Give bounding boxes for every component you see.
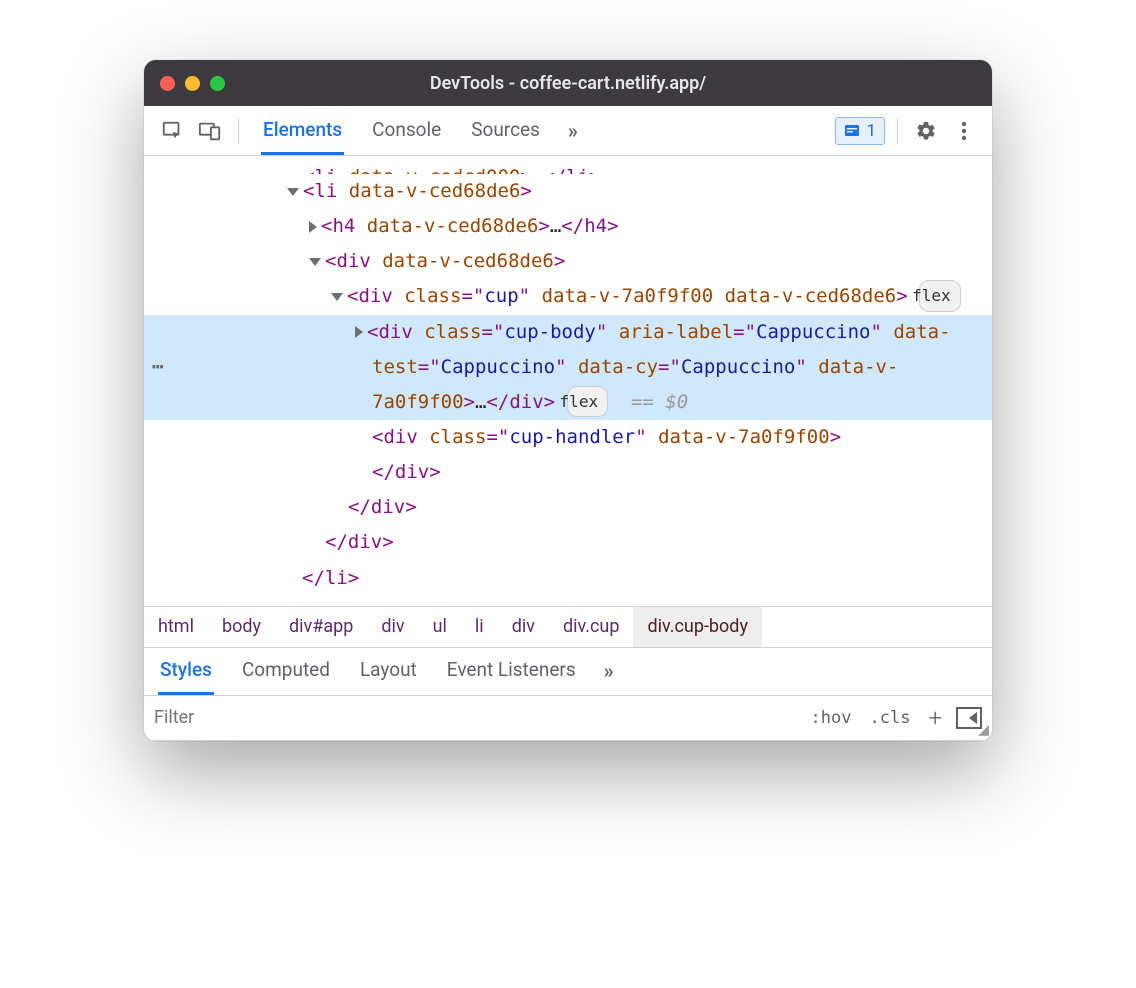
tab-sources[interactable]: Sources (469, 107, 542, 155)
panel-tabs: Elements Console Sources (261, 107, 542, 155)
dom-row-cutoff[interactable]: <li data-v-cedcd000>…</li> (144, 160, 992, 174)
flex-badge[interactable]: flex (919, 280, 961, 312)
more-tabs-icon[interactable]: » (568, 119, 578, 143)
crumb-cup-body[interactable]: div.cup-body (633, 607, 762, 647)
new-style-rule-icon[interactable]: + (924, 704, 946, 732)
crumb-div[interactable]: div (367, 607, 418, 647)
tab-layout[interactable]: Layout (358, 648, 419, 695)
issues-badge[interactable]: 1 (835, 117, 885, 145)
tab-console[interactable]: Console (370, 107, 443, 155)
device-toolbar-icon[interactable] (194, 115, 226, 147)
chevron-right-icon[interactable] (309, 221, 317, 233)
crumb-app[interactable]: div#app (275, 607, 367, 647)
dom-row-close-div[interactable]: </div> (144, 525, 992, 560)
dom-tree[interactable]: <li data-v-cedcd000>…</li> <li data-v-ce… (144, 156, 992, 606)
titlebar: DevTools - coffee-cart.netlify.app/ (144, 60, 992, 106)
filter-input[interactable] (154, 707, 797, 728)
tab-computed[interactable]: Computed (240, 648, 332, 695)
crumb-ul[interactable]: ul (419, 607, 461, 647)
dom-row-close-li[interactable]: </li> (144, 561, 992, 596)
breadcrumb: html body div#app div ul li div div.cup … (144, 606, 992, 648)
crumb-html[interactable]: html (144, 607, 208, 647)
zoom-icon[interactable] (210, 76, 225, 91)
main-toolbar: Elements Console Sources » 1 (144, 106, 992, 156)
crumb-li[interactable]: li (461, 607, 498, 647)
minimize-icon[interactable] (185, 76, 200, 91)
gear-icon[interactable] (910, 115, 942, 147)
kebab-menu-icon[interactable] (948, 115, 980, 147)
tab-styles[interactable]: Styles (158, 648, 214, 695)
tab-event-listeners[interactable]: Event Listeners (445, 648, 578, 695)
inspect-element-icon[interactable] (156, 115, 188, 147)
row-actions-icon[interactable]: ⋯ (152, 350, 165, 385)
cls-toggle[interactable]: .cls (865, 708, 914, 728)
more-tabs-icon[interactable]: » (604, 648, 614, 695)
close-icon[interactable] (160, 76, 175, 91)
traffic-lights (160, 76, 225, 91)
chevron-right-icon[interactable] (355, 326, 363, 338)
chevron-down-icon[interactable] (331, 293, 343, 301)
hov-toggle[interactable]: :hov (807, 708, 856, 728)
styles-filter-bar: :hov .cls + ◢ (144, 696, 992, 741)
dom-row-selected[interactable]: ⋯ <div class="cup-body" aria-label="Capp… (144, 315, 992, 420)
dom-row-cuphandler[interactable]: <div class="cup-handler" data-v-7a0f9f00… (144, 420, 992, 490)
dom-row-div[interactable]: <div data-v-ced68de6> (144, 244, 992, 279)
separator (897, 118, 898, 144)
console-reference: == $0 (631, 391, 688, 413)
styles-tabs: Styles Computed Layout Event Listeners » (144, 648, 992, 696)
devtools-window: DevTools - coffee-cart.netlify.app/ Elem… (144, 60, 992, 741)
flex-badge[interactable]: flex (567, 386, 609, 418)
window-title: DevTools - coffee-cart.netlify.app/ (144, 73, 992, 94)
dom-row-li[interactable]: <li data-v-ced68de6> (144, 174, 992, 209)
crumb-div2[interactable]: div (498, 607, 549, 647)
issues-count: 1 (866, 121, 876, 141)
chevron-down-icon[interactable] (309, 258, 321, 266)
crumb-cup[interactable]: div.cup (549, 607, 634, 647)
chevron-down-icon[interactable] (287, 188, 299, 196)
separator (238, 118, 239, 144)
dom-row-cup[interactable]: <div class="cup" data-v-7a0f9f00 data-v-… (144, 279, 992, 314)
tab-elements[interactable]: Elements (261, 107, 344, 155)
crumb-body[interactable]: body (208, 607, 275, 647)
resize-grip-icon[interactable]: ◢ (978, 722, 989, 738)
dom-row-close-div[interactable]: </div> (144, 490, 992, 525)
dom-row-h4[interactable]: <h4 data-v-ced68de6>…</h4> (144, 209, 992, 244)
